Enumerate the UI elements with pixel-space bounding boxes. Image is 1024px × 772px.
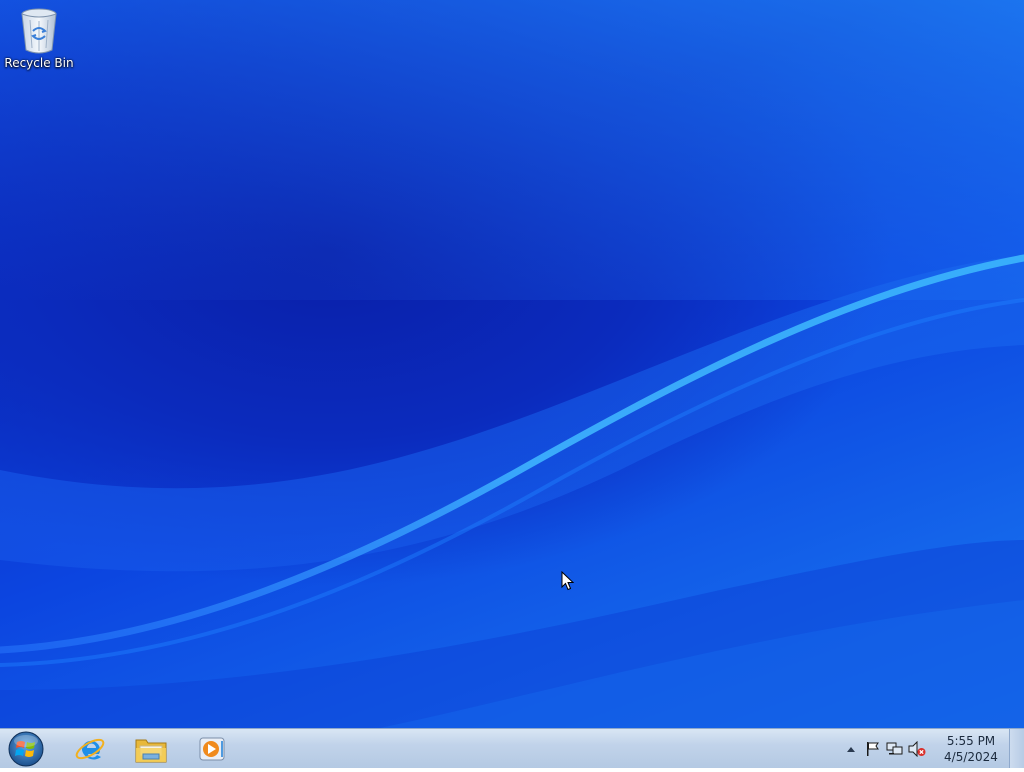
taskbar-windows-explorer[interactable] [124,730,178,768]
volume-button[interactable] [906,738,928,760]
start-button[interactable] [6,730,46,768]
flag-icon [867,742,879,756]
recycle-bin-shortcut[interactable]: Recycle Bin [4,4,74,76]
show-hidden-icons-button[interactable] [840,738,862,760]
internet-explorer-icon [75,738,105,760]
recycle-bin-icon [21,8,57,54]
taskbar: 5:55 PM 4/5/2024 [0,728,1024,768]
network-icon [886,742,903,755]
clock-time: 5:55 PM [946,734,996,748]
action-center-button[interactable] [862,738,884,760]
chevron-up-icon [847,747,855,752]
windows-explorer-folder-icon [135,739,167,763]
windows-start-orb-icon [8,731,44,767]
media-player-icon [199,737,225,761]
taskbar-media-player[interactable] [185,730,239,768]
volume-muted-icon [908,741,926,757]
wallpaper [0,0,1024,728]
system-clock[interactable]: 5:55 PM 4/5/2024 [936,733,1006,765]
clock-date: 4/5/2024 [944,750,998,764]
notification-area: 5:55 PM 4/5/2024 [840,729,1006,769]
show-desktop-button[interactable] [1009,729,1024,768]
desktop[interactable]: Recycle Bin [0,0,1024,728]
taskbar-internet-explorer[interactable] [63,730,117,768]
network-button[interactable] [884,738,906,760]
mouse-cursor [561,571,575,591]
recycle-bin-label: Recycle Bin [4,56,74,70]
